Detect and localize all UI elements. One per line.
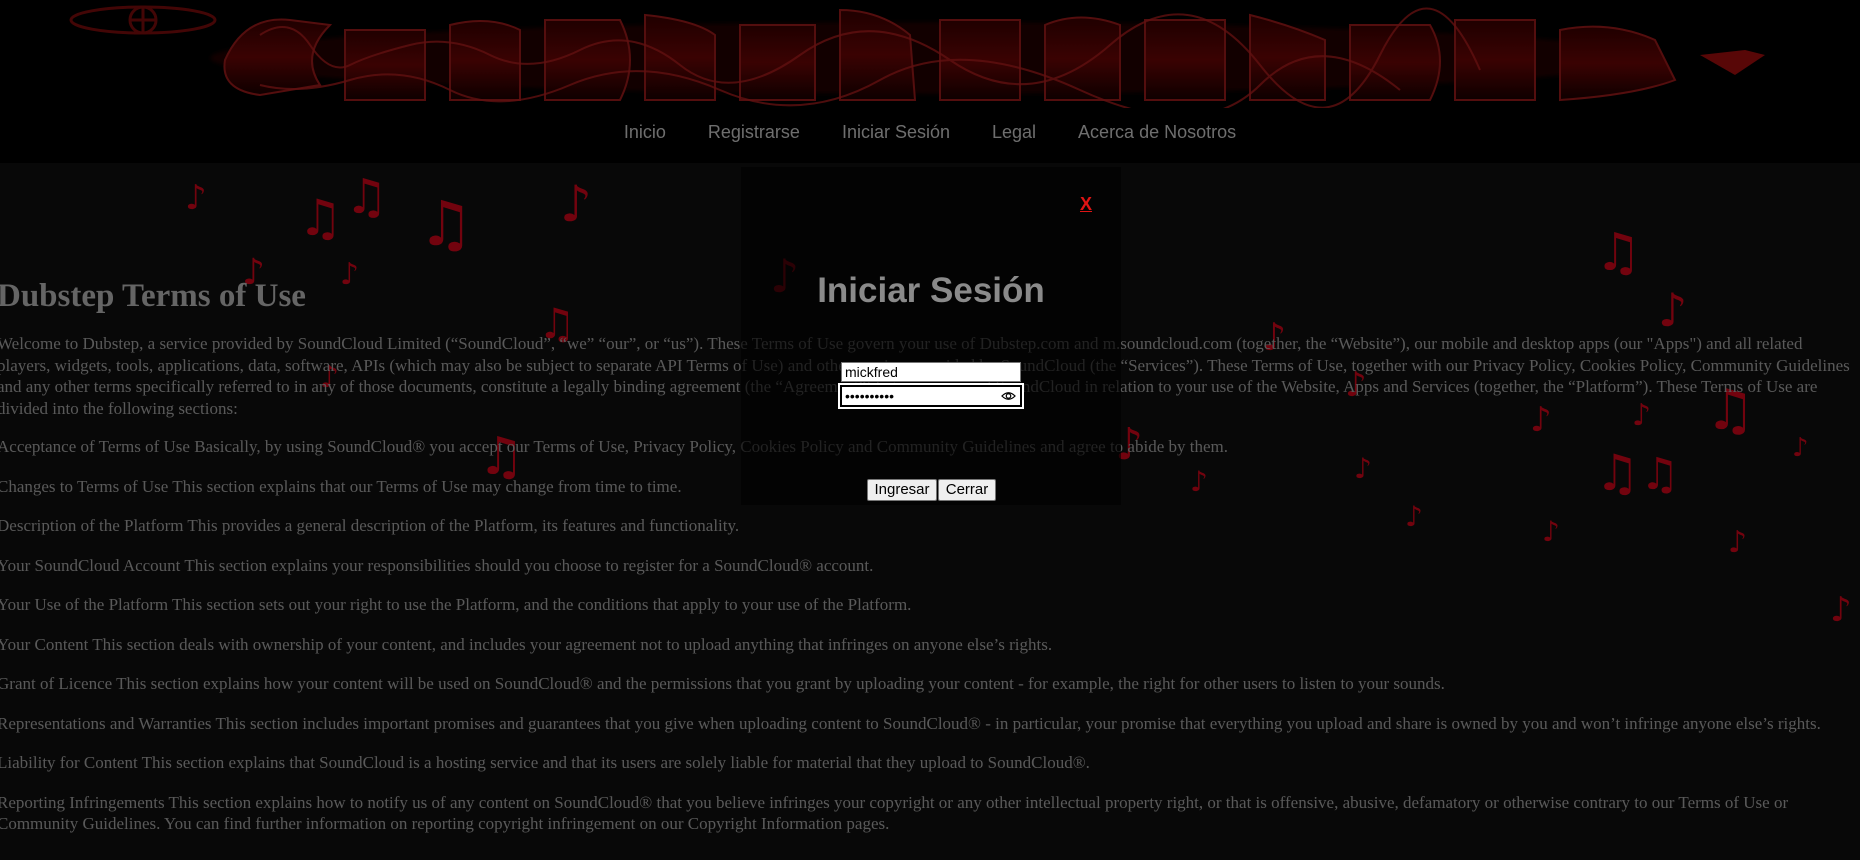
- close-modal-link[interactable]: X: [1080, 194, 1092, 215]
- eye-icon[interactable]: [1001, 390, 1016, 402]
- close-button[interactable]: Cerrar: [938, 479, 996, 501]
- password-input[interactable]: [845, 387, 995, 405]
- login-title: Iniciar Sesión: [817, 271, 1045, 310]
- username-field[interactable]: [841, 362, 1021, 382]
- modal-overlay[interactable]: X Iniciar Sesión Ingresar Cerrar: [0, 0, 1860, 860]
- password-field[interactable]: [838, 383, 1024, 409]
- username-input[interactable]: [845, 363, 995, 381]
- login-submit-button[interactable]: Ingresar: [867, 479, 937, 501]
- login-modal: X Iniciar Sesión Ingresar Cerrar: [741, 167, 1121, 505]
